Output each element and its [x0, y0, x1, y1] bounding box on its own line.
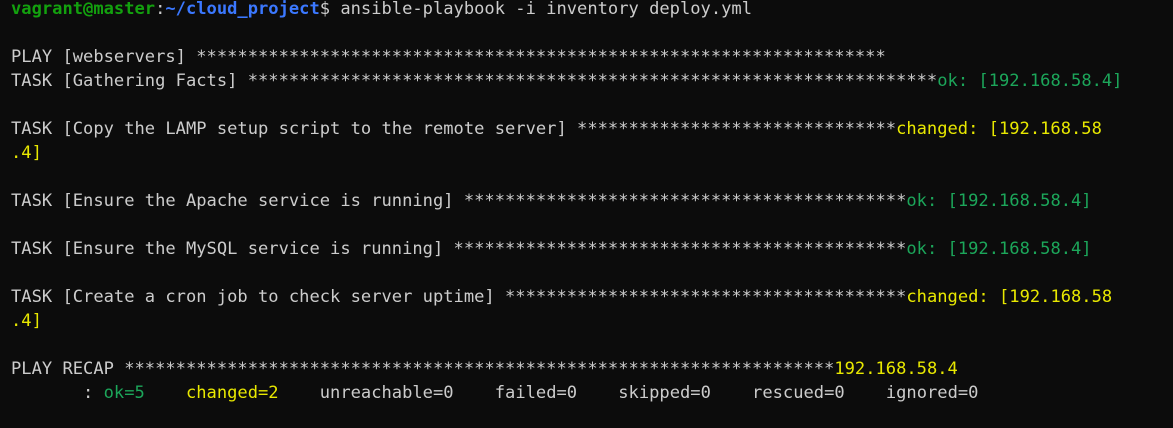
terminal-output: vagrant@master:~/cloud_project$ ansible-…: [11, 0, 1173, 405]
task-label: TASK [Ensure the Apache service is runni…: [11, 191, 464, 211]
recap-failed: failed=0: [494, 383, 578, 403]
task-continuation-line: .4]: [11, 141, 1173, 165]
task-label: TASK [Ensure the MySQL service is runnin…: [11, 239, 454, 259]
task-status-continuation: .4]: [11, 143, 42, 163]
task-label: TASK [Create a cron job to check server …: [11, 287, 505, 307]
play-header-line: PLAY [webservers] **********************…: [11, 45, 1173, 69]
recap-stats-line: : ok=5 changed=2 unreachable=0 failed=0 …: [11, 381, 1173, 405]
prompt-user-host: vagrant@master: [11, 0, 156, 19]
task-line: TASK [Create a cron job to check server …: [11, 285, 1173, 309]
task-line: TASK [Copy the LAMP setup script to the …: [11, 117, 1173, 141]
play-label: PLAY [webservers]: [11, 47, 197, 67]
task-line: TASK [Ensure the Apache service is runni…: [11, 189, 1173, 213]
recap-header-line: PLAY RECAP *****************************…: [11, 357, 1173, 381]
prompt-path: ~/cloud_project: [165, 0, 320, 19]
recap-host: 192.168.58.4: [834, 359, 958, 379]
task-stars: *******************************: [577, 119, 897, 139]
task-status: ok: [192.168.58.4]: [937, 71, 1123, 91]
prompt-symbol: $: [319, 0, 331, 19]
prompt-command: ansible-playbook -i inventory deploy.yml: [330, 0, 753, 19]
terminal-window[interactable]: vagrant@master:~/cloud_project$ ansible-…: [0, 0, 1173, 428]
recap-ignored: ignored=0: [885, 383, 979, 403]
task-stars: ****************************************…: [453, 239, 907, 259]
prompt-line: vagrant@master:~/cloud_project$ ansible-…: [11, 0, 1173, 21]
task-line: TASK [Ensure the MySQL service is runnin…: [11, 237, 1173, 261]
recap-rescued: rescued=0: [752, 383, 845, 403]
recap-ok: ok=5: [103, 383, 145, 403]
task-label: TASK [Gathering Facts]: [11, 71, 248, 91]
task-line: TASK [Gathering Facts] *****************…: [11, 69, 1173, 93]
task-continuation-line: .4]: [11, 309, 1173, 333]
task-status: ok: [192.168.58.4]: [906, 239, 1092, 259]
recap-changed: changed=2: [185, 383, 279, 403]
task-status: ok: [192.168.58.4]: [906, 191, 1092, 211]
task-status-continuation: .4]: [11, 311, 42, 331]
recap-label: PLAY RECAP: [11, 359, 125, 379]
recap-stars: ****************************************…: [124, 359, 835, 379]
recap-indent: :: [11, 383, 104, 403]
task-status: changed: [192.168.58: [906, 287, 1113, 307]
task-status: changed: [192.168.58: [896, 119, 1102, 139]
recap-unreachable: unreachable=0: [319, 383, 454, 403]
play-stars: ****************************************…: [196, 47, 886, 67]
prompt-separator: :: [155, 0, 166, 19]
task-stars: ****************************************…: [247, 71, 938, 91]
task-label: TASK [Copy the LAMP setup script to the …: [11, 119, 578, 139]
task-stars: ***************************************: [504, 287, 907, 307]
task-stars: ****************************************…: [463, 191, 907, 211]
recap-skipped: skipped=0: [618, 383, 711, 403]
